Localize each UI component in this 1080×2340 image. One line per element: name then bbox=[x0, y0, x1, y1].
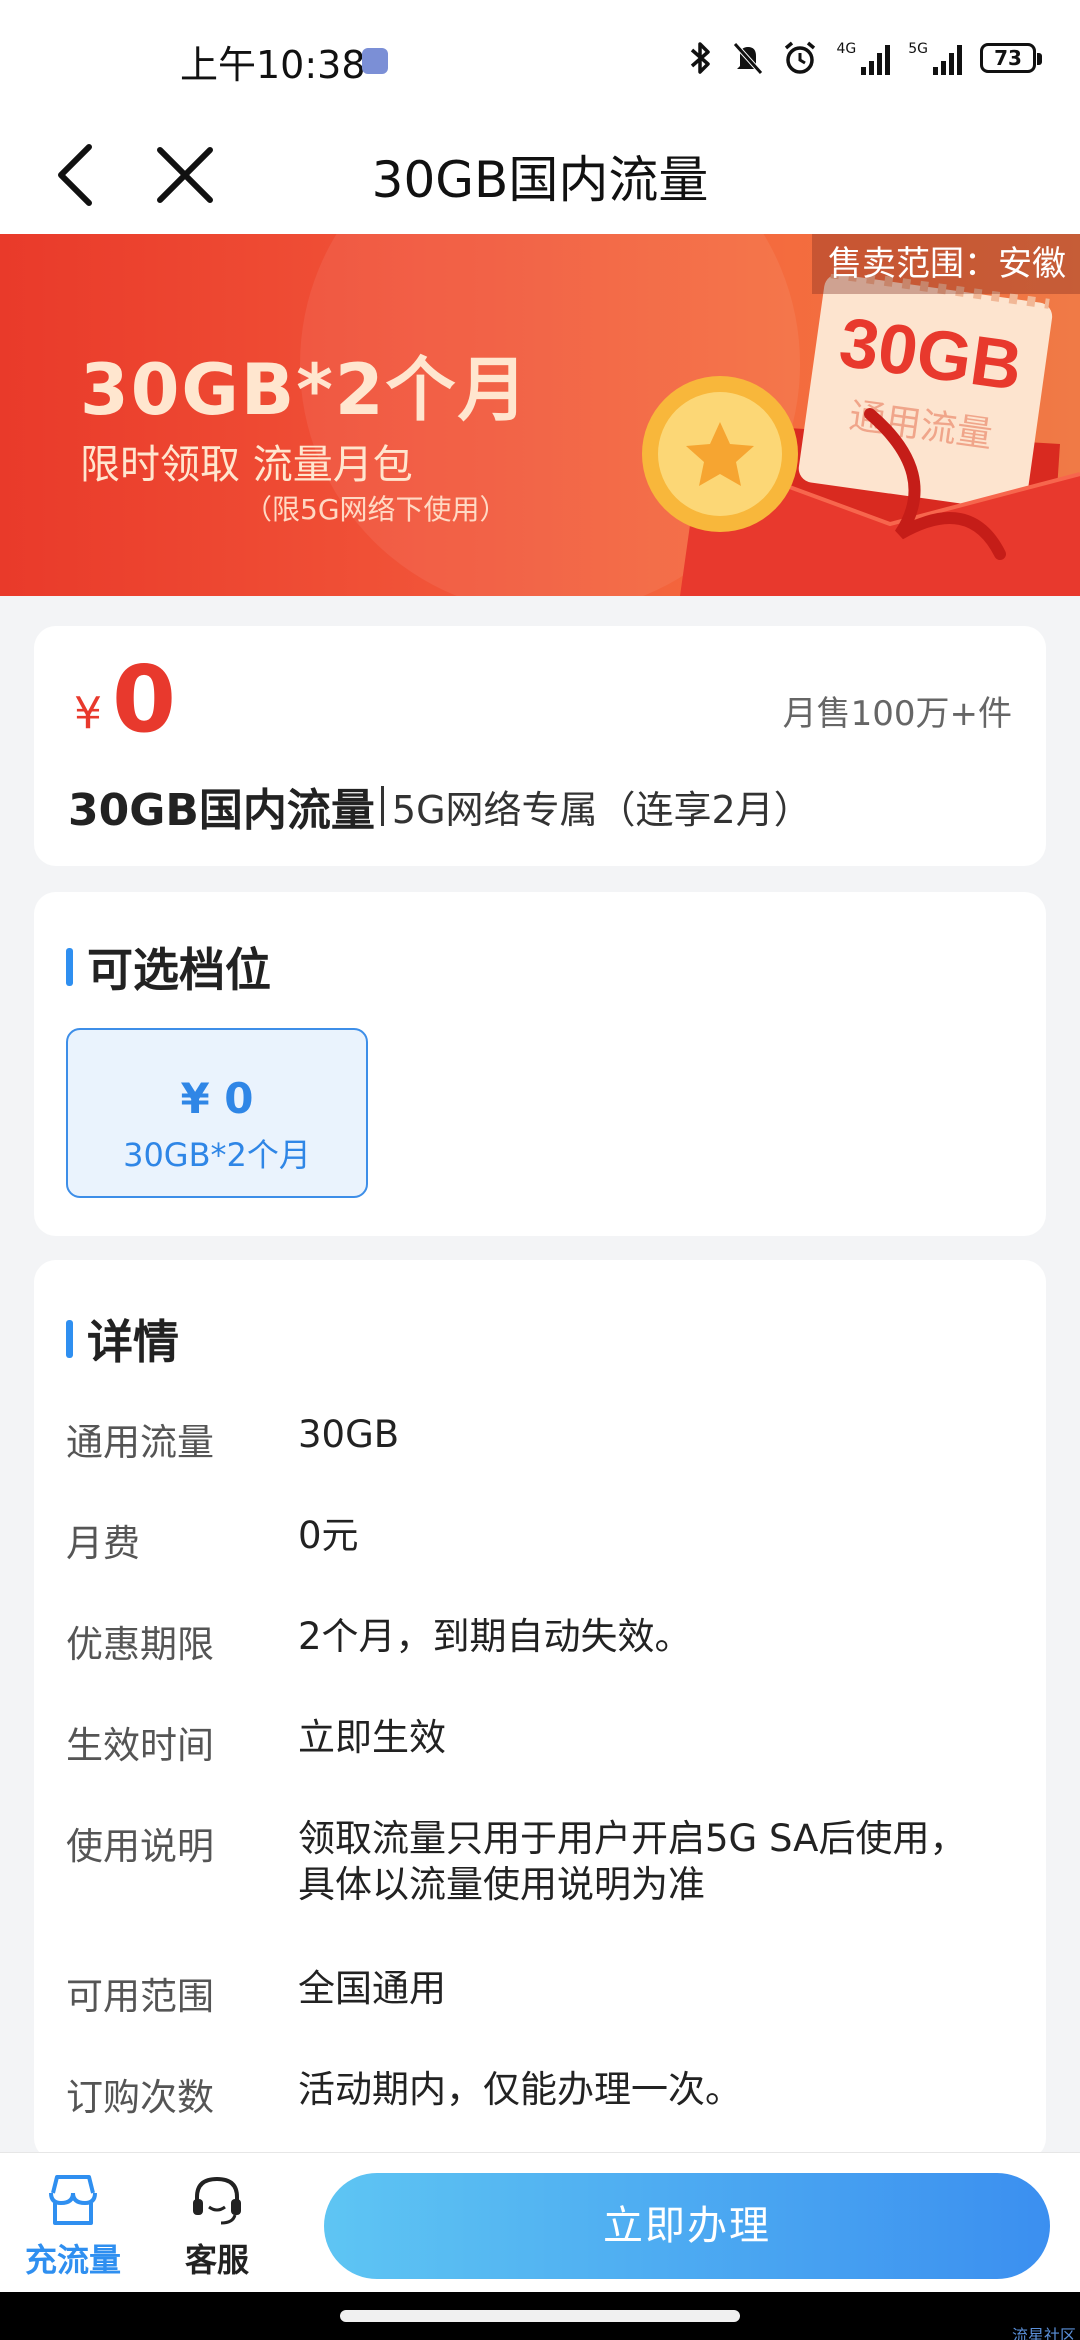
detail-row: 月费 0元 bbox=[66, 1513, 1014, 1567]
product-name: 30GB国内流量 bbox=[68, 785, 375, 836]
detail-key: 可用范围 bbox=[66, 1975, 214, 2018]
detail-value: 30GB bbox=[298, 1413, 400, 1456]
detail-row: 订购次数 活动期内，仅能办理一次。 bbox=[66, 2067, 1014, 2121]
detail-value: 2个月，到期自动失效。 bbox=[298, 1615, 692, 1658]
tab-customer-service[interactable]: 客服 bbox=[162, 2173, 272, 2281]
nav-bar: 30GB国内流量 bbox=[0, 120, 1080, 234]
detail-value: 活动期内，仅能办理一次。 bbox=[298, 2068, 742, 2111]
detail-value: 立即生效 bbox=[298, 1716, 446, 1759]
detail-section-title: 详情 bbox=[66, 1306, 179, 1372]
status-icons: 4G 5G 73 bbox=[688, 36, 1042, 80]
status-time: 上午10:38 bbox=[180, 43, 366, 87]
network-label-4g: 4G bbox=[836, 41, 857, 57]
tier-section-title: 可选档位 bbox=[66, 934, 271, 1000]
divider bbox=[380, 786, 384, 826]
tier-title: 可选档位 bbox=[87, 943, 271, 997]
tab-service-label: 客服 bbox=[184, 2241, 249, 2279]
detail-row: 优惠期限 2个月，到期自动失效。 bbox=[66, 1614, 1014, 1668]
close-icon bbox=[157, 147, 213, 203]
detail-key: 月费 bbox=[66, 1522, 140, 1565]
detail-value: 全国通用 bbox=[298, 1967, 446, 2010]
detail-key: 订购次数 bbox=[66, 2076, 214, 2119]
network-label-5g: 5G bbox=[908, 41, 928, 57]
battery-icon: 73 bbox=[980, 43, 1042, 73]
sales-scope-badge: 售卖范围：安徽 bbox=[812, 234, 1080, 294]
price-value: 0 bbox=[112, 646, 177, 753]
product-description: 5G网络专属（连享2月） bbox=[391, 787, 812, 832]
detail-row: 可用范围 全国通用 bbox=[66, 1966, 1014, 2020]
detail-title: 详情 bbox=[87, 1315, 179, 1369]
currency-symbol: ¥ bbox=[74, 688, 102, 739]
promo-banner: 30GB*2个月 限时领取 流量月包 （限5G网络下使用） 30GB 通用流量 … bbox=[0, 234, 1080, 596]
price-card: ¥ 0 月售100万+件 30GB国内流量 5G网络专属（连享2月） bbox=[34, 626, 1046, 866]
red-envelope-illustration: 30GB 通用流量 bbox=[642, 274, 1080, 596]
tier-label: 30GB*2个月 bbox=[123, 1136, 311, 1174]
monthly-sales: 月售100万+件 bbox=[782, 694, 1012, 734]
shop-icon bbox=[49, 2175, 97, 2225]
detail-key: 使用说明 bbox=[66, 1825, 214, 1868]
detail-row: 使用说明 领取流量只用于用户开启5G SA后使用， 具体以流量使用说明为准 bbox=[66, 1816, 1014, 1908]
tab-recharge-label: 充流量 bbox=[24, 2241, 121, 2279]
tier-price: ¥ 0 bbox=[180, 1074, 254, 1123]
alarm-icon bbox=[785, 41, 816, 74]
chevron-left-icon bbox=[58, 144, 92, 206]
apply-now-button[interactable]: 立即办理 bbox=[324, 2173, 1050, 2279]
detail-value-line: 具体以流量使用说明为准 bbox=[298, 1863, 705, 1906]
headset-icon bbox=[193, 2176, 241, 2225]
mute-bell-icon bbox=[733, 42, 764, 75]
detail-row: 通用流量 30GB bbox=[66, 1412, 1014, 1466]
bluetooth-icon bbox=[691, 42, 711, 74]
detail-key: 生效时间 bbox=[66, 1724, 214, 1767]
bottom-action-bar: 充流量 客服 立即办理 bbox=[0, 2152, 1080, 2292]
signal-5g-icon: 5G bbox=[908, 41, 962, 75]
tier-card: 可选档位 ¥ 0 30GB*2个月 bbox=[34, 892, 1046, 1236]
back-button[interactable] bbox=[30, 130, 120, 220]
banner-headline: 30GB*2个月 bbox=[80, 349, 530, 431]
tab-recharge[interactable]: 充流量 bbox=[18, 2173, 128, 2281]
detail-key: 优惠期限 bbox=[66, 1623, 214, 1666]
watermark: 流星社区 bbox=[1011, 2326, 1076, 2340]
status-bar: 上午10:38 4G 5G 73 bbox=[0, 0, 1080, 120]
close-button[interactable] bbox=[140, 130, 230, 220]
section-accent-bar bbox=[66, 948, 73, 986]
detail-value: 0元 bbox=[298, 1514, 359, 1557]
section-accent-bar bbox=[66, 1320, 73, 1358]
product-line: 30GB国内流量 5G网络专属（连享2月） bbox=[68, 774, 812, 838]
detail-row: 生效时间 立即生效 bbox=[66, 1715, 1014, 1769]
detail-value-line: 领取流量只用于用户开启5G SA后使用， bbox=[298, 1817, 967, 1860]
signal-4g-icon: 4G bbox=[836, 41, 891, 75]
tier-option[interactable]: ¥ 0 30GB*2个月 bbox=[66, 1028, 368, 1198]
detail-card: 详情 通用流量 30GB 月费 0元 优惠期限 2个月，到期自动失效。 生效时间… bbox=[34, 1260, 1046, 2160]
app-notification-icon bbox=[362, 48, 388, 74]
home-indicator[interactable] bbox=[340, 2310, 740, 2322]
banner-note: （限5G网络下使用） bbox=[244, 493, 508, 526]
banner-subtitle: 限时领取 流量月包 bbox=[80, 442, 413, 488]
detail-key: 通用流量 bbox=[66, 1421, 214, 1464]
detail-value: 领取流量只用于用户开启5G SA后使用， 具体以流量使用说明为准 bbox=[298, 1816, 966, 1908]
